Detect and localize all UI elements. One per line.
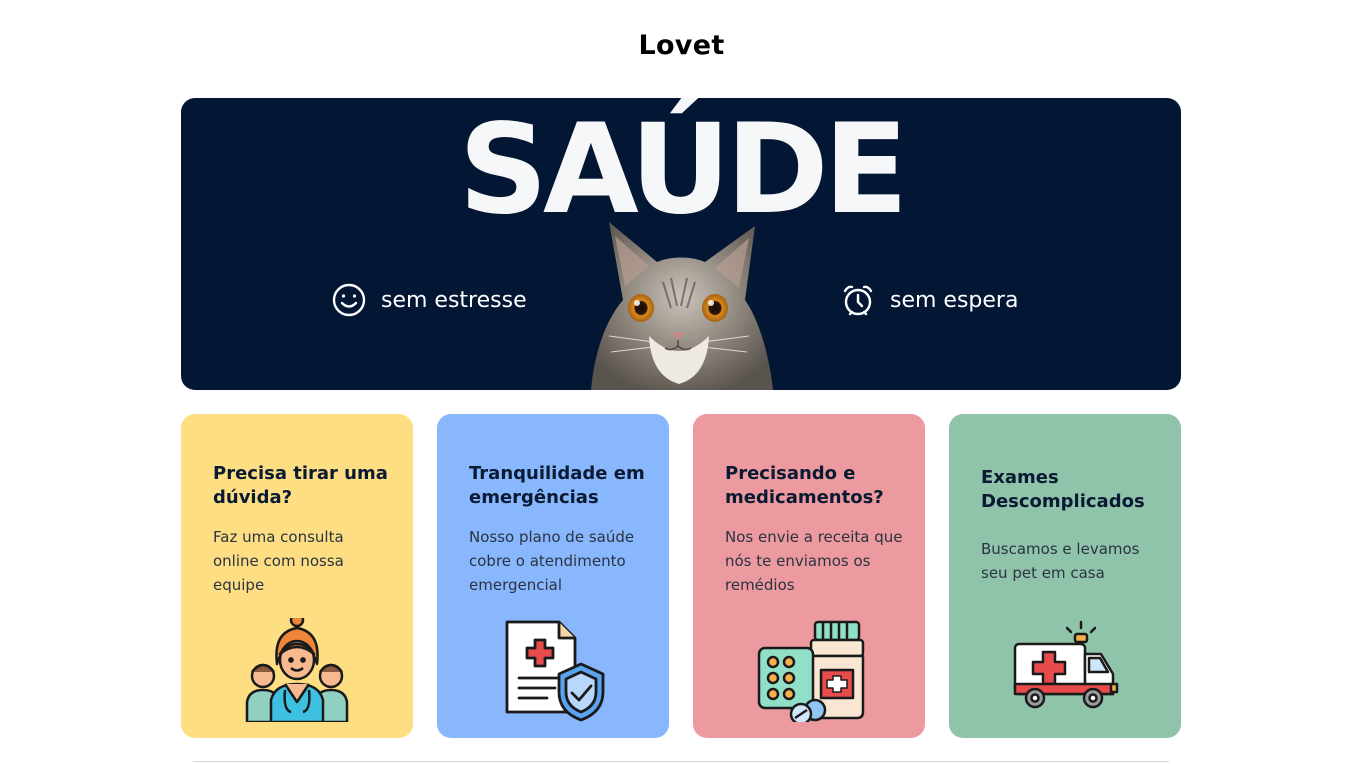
medicines-icon [757, 620, 865, 722]
card-title: Precisa tirar uma dúvida? [213, 463, 388, 508]
card-title: Tranquilidade em emergências [469, 463, 645, 508]
smiley-icon [332, 283, 366, 317]
cat-photo [591, 222, 773, 390]
medical-team-icon [245, 618, 349, 722]
card-emergency[interactable]: Tranquilidade em emergências Nosso plano… [437, 414, 669, 738]
ambulance-icon [1013, 620, 1119, 709]
card-exams[interactable]: Exames Descomplicados Buscamos e levamos… [949, 414, 1181, 738]
card-text: Nos envie a receita que nós te enviamos … [725, 528, 903, 594]
divider [193, 761, 1169, 762]
alarm-clock-icon [843, 285, 873, 316]
card-title: Exames Descomplicados [981, 467, 1145, 512]
feature-label: sem estresse [381, 287, 527, 313]
card-title: Precisando e medicamentos? [725, 463, 884, 508]
card-text: Nosso plano de saúde cobre o atendimento… [469, 528, 635, 594]
hero-banner: SAÚDE sem estresse sem espera [181, 98, 1181, 390]
card-medicines[interactable]: Precisando e medicamentos? Nos envie a r… [693, 414, 925, 738]
feature-no-stress: sem estresse [331, 282, 527, 318]
services-cards: Precisa tirar uma dúvida? Faz uma consul… [181, 414, 1181, 738]
card-consultation[interactable]: Precisa tirar uma dúvida? Faz uma consul… [181, 414, 413, 738]
feature-label: sem espera [890, 287, 1019, 313]
feature-no-wait: sem espera [840, 282, 1018, 318]
card-text: Faz uma consulta online com nossa equipe [213, 528, 344, 594]
card-text: Buscamos e levamos seu pet em casa [981, 540, 1140, 582]
brand-logo[interactable]: Lovet [0, 30, 1363, 61]
insurance-document-icon [505, 620, 605, 722]
